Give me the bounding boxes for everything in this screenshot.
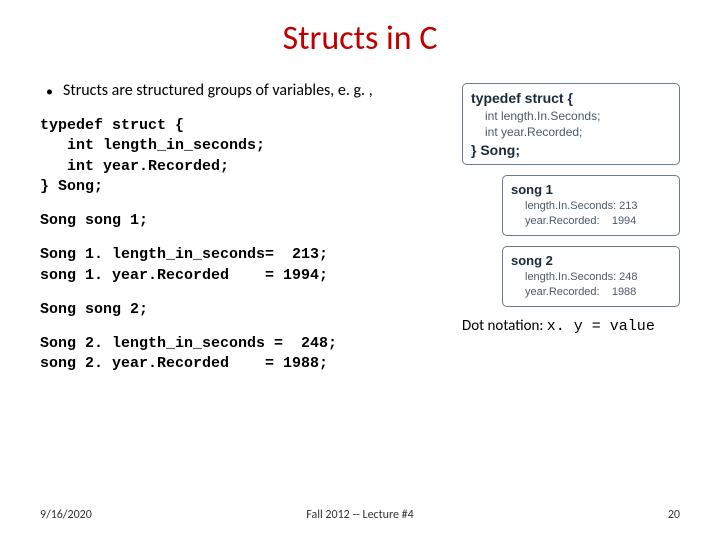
code-typedef: typedef struct { int length_in_seconds; … bbox=[40, 116, 444, 197]
footer: 9/16/2020 Fall 2012 -- Lecture #4 20 bbox=[40, 508, 680, 522]
content-row: • Structs are structured groups of varia… bbox=[40, 81, 680, 389]
code-assign-song1: Song 1. length_in_seconds= 213; song 1. … bbox=[40, 245, 444, 286]
diagram-struct-box: typedef struct { int length.In.Seconds; … bbox=[462, 83, 680, 165]
caption: Dot notation: x. y = value bbox=[462, 317, 680, 335]
diagram-struct-foot: } Song; bbox=[471, 142, 671, 158]
diagram-song1-head: song 1 bbox=[511, 182, 671, 197]
diagram-song2-box: song 2 length.In.Seconds: 248 year.Recor… bbox=[502, 246, 680, 307]
diagram-struct-head: typedef struct { bbox=[471, 90, 671, 106]
diagram-song1-body: length.In.Seconds: 213 year.Recorded: 19… bbox=[511, 199, 671, 229]
slide-title: Structs in C bbox=[40, 18, 680, 59]
diagram-song1-box: song 1 length.In.Seconds: 213 year.Recor… bbox=[502, 175, 680, 236]
caption-prefix: Dot notation: bbox=[462, 317, 547, 335]
code-decl-song1: Song song 1; bbox=[40, 211, 444, 231]
slide: Structs in C • Structs are structured gr… bbox=[0, 0, 720, 540]
code-assign-song2: Song 2. length_in_seconds = 248; song 2.… bbox=[40, 334, 444, 375]
code-decl-song2: Song song 2; bbox=[40, 300, 444, 320]
caption-mono: x. y = value bbox=[547, 318, 655, 335]
footer-center: Fall 2012 -- Lecture #4 bbox=[40, 508, 680, 522]
bullet-item: • Structs are structured groups of varia… bbox=[40, 81, 444, 102]
bullet-dot-icon: • bbox=[46, 81, 53, 102]
bullet-text: Structs are structured groups of variabl… bbox=[63, 81, 373, 102]
diagram-struct-body: int length.In.Seconds; int year.Recorded… bbox=[471, 108, 671, 140]
left-column: • Structs are structured groups of varia… bbox=[40, 81, 444, 389]
diagram-song2-head: song 2 bbox=[511, 253, 671, 268]
diagram-song2-body: length.In.Seconds: 248 year.Recorded: 19… bbox=[511, 270, 671, 300]
right-column: typedef struct { int length.In.Seconds; … bbox=[462, 81, 680, 389]
